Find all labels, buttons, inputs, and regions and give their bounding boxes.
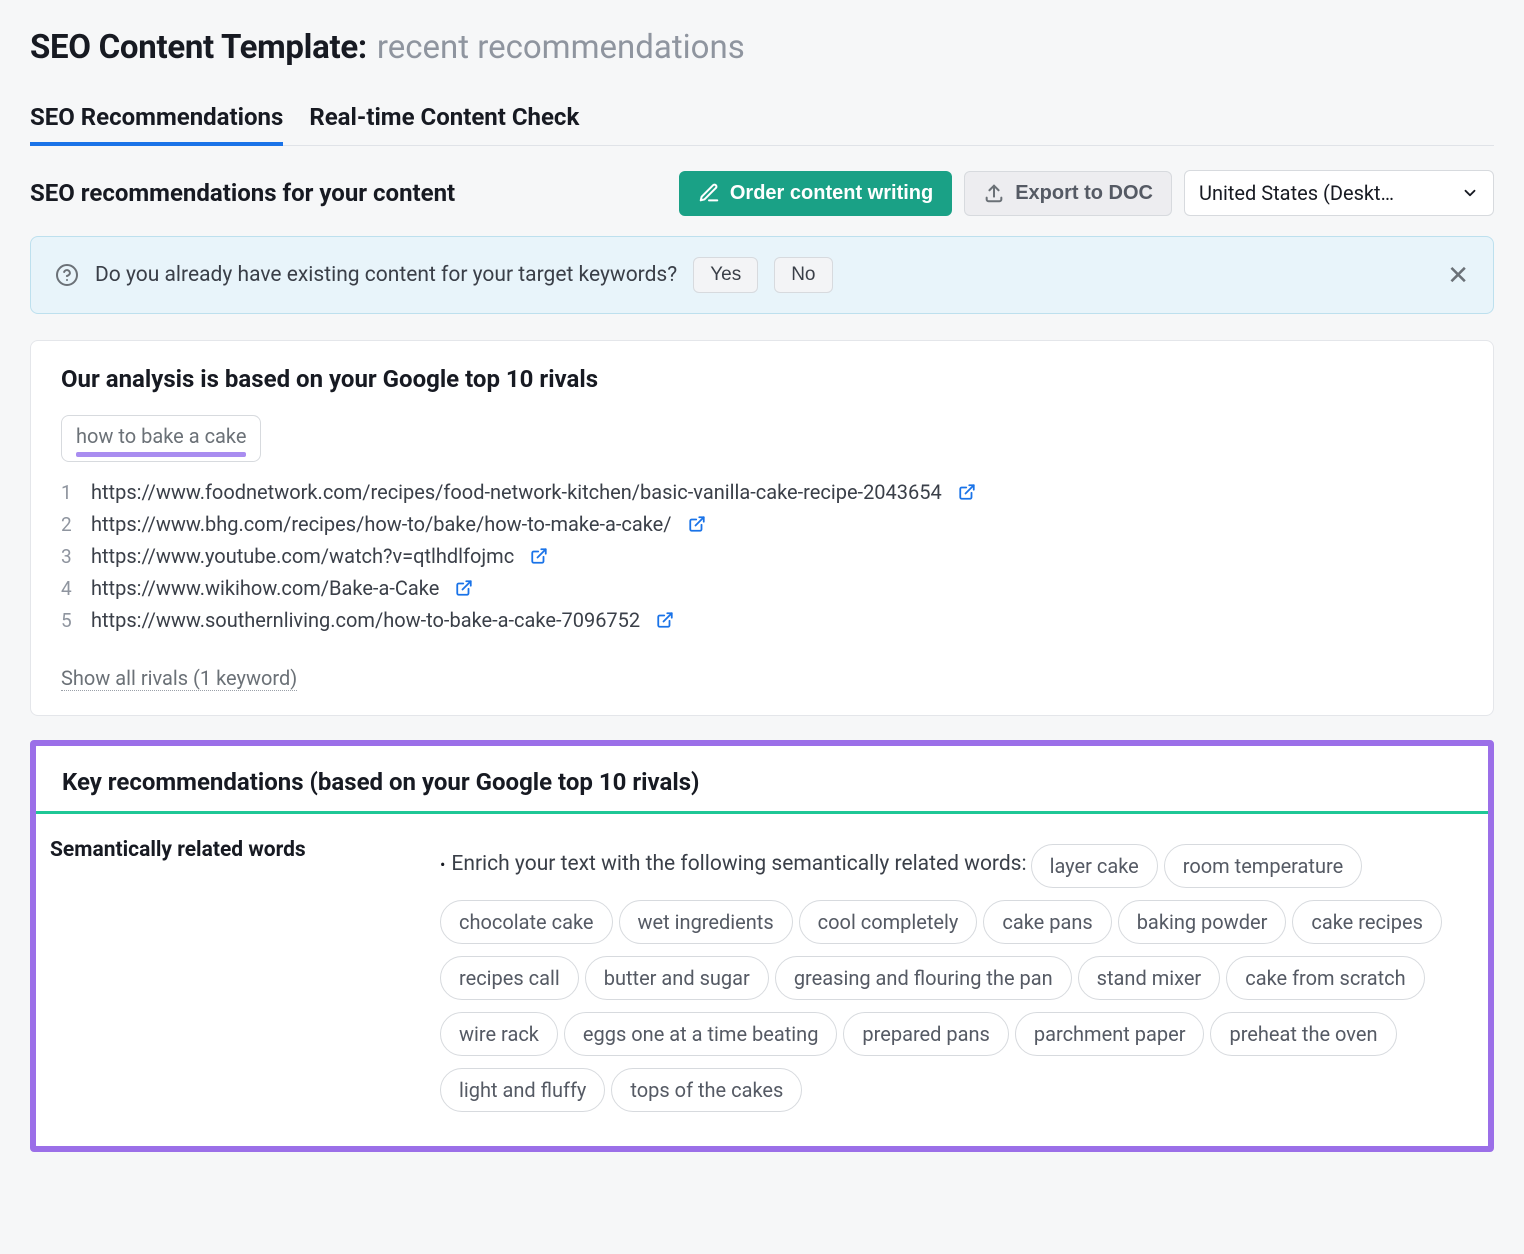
key-recommendations-card: Key recommendations (based on your Googl… [36,746,1488,1146]
section-heading: SEO recommendations for your content [30,179,667,207]
semantic-tag[interactable]: cake from scratch [1226,956,1424,1000]
semantic-tag[interactable]: stand mixer [1078,956,1221,1000]
semantic-tag[interactable]: light and fluffy [440,1068,605,1112]
rival-item: 2 https://www.bhg.com/recipes/how-to/bake… [61,508,1463,540]
external-link-icon[interactable] [688,515,706,533]
semantic-tag[interactable]: prepared pans [843,1012,1008,1056]
order-content-button[interactable]: Order content writing [679,171,952,216]
semantic-tag[interactable]: cake recipes [1292,900,1442,944]
rival-number: 4 [61,577,75,600]
rival-number: 5 [61,609,75,632]
semantic-tag[interactable]: chocolate cake [440,900,613,944]
rival-number: 2 [61,513,75,536]
semantically-related-lead: Enrich your text with the following sema… [451,852,1026,876]
semantic-tag[interactable]: butter and sugar [585,956,769,1000]
semantic-tag[interactable]: tops of the cakes [611,1068,802,1112]
rival-number: 3 [61,545,75,568]
rival-item: 4 https://www.wikihow.com/Bake-a-Cake [61,572,1463,604]
upload-icon [983,182,1005,204]
keyword-text: how to bake a cake [76,424,246,448]
tabs: SEO Recommendations Real-time Content Ch… [30,93,1494,146]
semantic-tag[interactable]: wire rack [440,1012,558,1056]
region-select[interactable]: United States (Deskt… [1184,170,1494,216]
semantic-tag[interactable]: room temperature [1164,844,1362,888]
semantic-tag[interactable]: recipes call [440,956,579,1000]
semantic-tag[interactable]: layer cake [1031,844,1158,888]
rival-url[interactable]: https://www.bhg.com/recipes/how-to/bake/… [91,512,672,536]
rival-url[interactable]: https://www.youtube.com/watch?v=qtlhdlfo… [91,544,514,568]
question-circle-icon [55,263,79,287]
semantic-tag[interactable]: wet ingredients [619,900,793,944]
semantically-related-content: • Enrich your text with the following sem… [440,838,1474,1118]
semantic-tag[interactable]: cake pans [983,900,1111,944]
chevron-down-icon [1461,184,1479,202]
rival-item: 1 https://www.foodnetwork.com/recipes/foo… [61,476,1463,508]
alert-question: Do you already have existing content for… [95,263,677,287]
export-doc-button[interactable]: Export to DOC [964,171,1172,216]
bullet-icon: • [440,855,445,874]
key-recommendations-highlight: Key recommendations (based on your Googl… [30,740,1494,1152]
page-title-row: SEO Content Template: recent recommendat… [30,10,1494,93]
rival-number: 1 [61,481,75,504]
rival-url[interactable]: https://www.wikihow.com/Bake-a-Cake [91,576,439,600]
tab-realtime-content-check[interactable]: Real-time Content Check [309,93,579,145]
alert-close-button[interactable]: ✕ [1447,260,1469,291]
external-link-icon[interactable] [958,483,976,501]
semantic-tag[interactable]: cool completely [799,900,978,944]
rival-url[interactable]: https://www.southernliving.com/how-to-ba… [91,608,640,632]
page-subtitle: recent recommendations [377,28,745,67]
page-title: SEO Content Template: [30,28,367,67]
external-link-icon[interactable] [530,547,548,565]
action-row: SEO recommendations for your content Ord… [30,146,1494,236]
rival-url[interactable]: https://www.foodnetwork.com/recipes/food… [91,480,942,504]
tab-seo-recommendations[interactable]: SEO Recommendations [30,93,283,145]
external-link-icon[interactable] [455,579,473,597]
rival-item: 3 https://www.youtube.com/watch?v=qtlhdlf… [61,540,1463,572]
semantic-tag[interactable]: parchment paper [1015,1012,1205,1056]
semantic-tag[interactable]: preheat the oven [1210,1012,1396,1056]
semantic-tag[interactable]: baking powder [1118,900,1287,944]
external-link-icon[interactable] [656,611,674,629]
show-all-rivals-link[interactable]: Show all rivals (1 keyword) [61,666,297,691]
keyword-highlight [76,452,246,457]
region-select-value: United States (Deskt… [1199,181,1394,205]
semantically-related-label: Semantically related words [50,838,410,1118]
export-doc-label: Export to DOC [1015,182,1153,205]
semantic-tag[interactable]: eggs one at a time beating [564,1012,838,1056]
keyword-pill[interactable]: how to bake a cake [61,415,261,462]
alert-yes-button[interactable]: Yes [693,257,758,293]
order-content-label: Order content writing [730,182,933,205]
semantic-tag[interactable]: greasing and flouring the pan [775,956,1072,1000]
close-icon: ✕ [1447,260,1469,290]
rivals-heading: Our analysis is based on your Google top… [31,341,1493,405]
existing-content-alert: Do you already have existing content for… [30,236,1494,314]
rivals-card: Our analysis is based on your Google top… [30,340,1494,716]
alert-no-button[interactable]: No [774,257,832,293]
edit-icon [698,182,720,204]
key-recommendations-heading: Key recommendations (based on your Googl… [36,746,1488,814]
rival-list: 1 https://www.foodnetwork.com/recipes/foo… [61,476,1463,636]
rival-item: 5 https://www.southernliving.com/how-to-b… [61,604,1463,636]
